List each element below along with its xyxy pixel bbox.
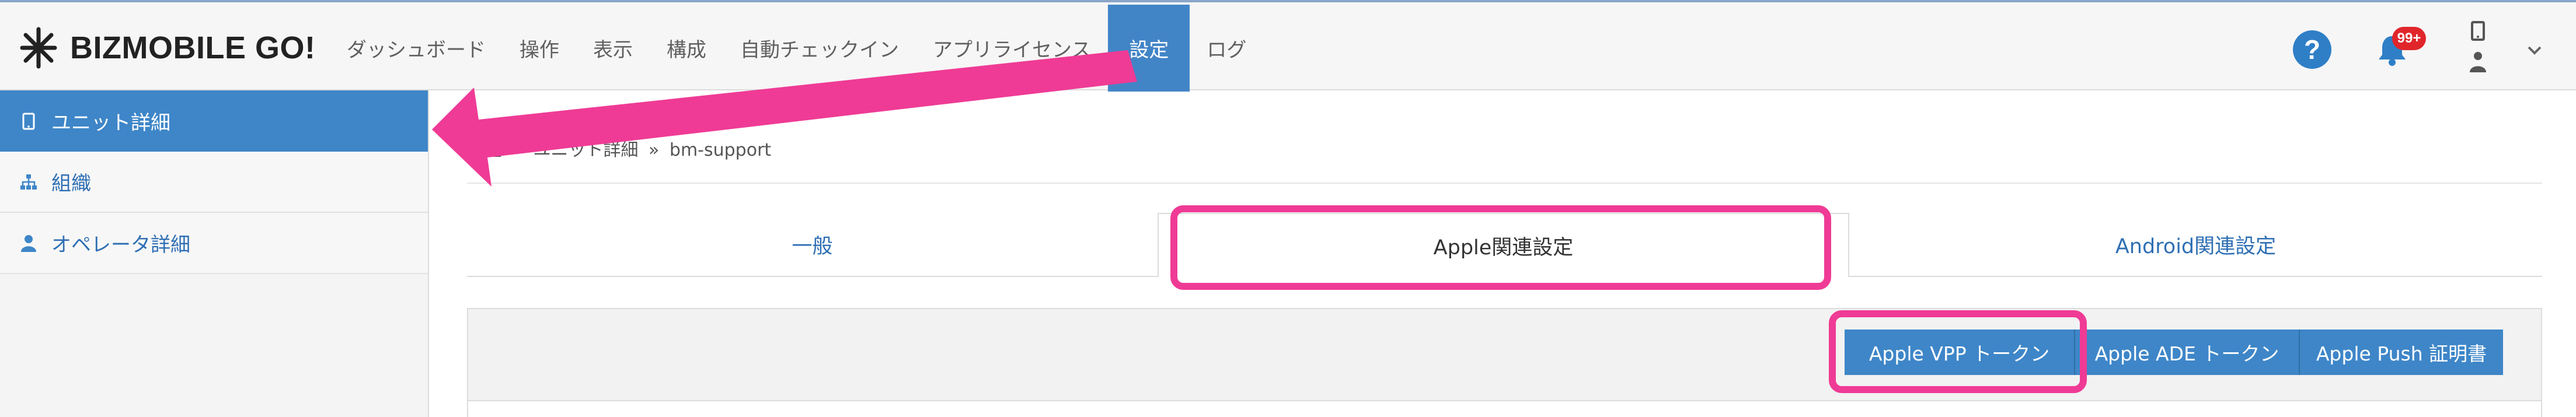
chevron-down-icon[interactable] — [2523, 38, 2546, 62]
asterisk-logo-icon — [20, 27, 57, 69]
breadcrumb-separator: » — [512, 140, 523, 160]
org-chart-icon — [20, 174, 37, 190]
device-user-icon[interactable] — [2466, 20, 2490, 78]
breadcrumb-current: bm-support — [669, 140, 772, 160]
divider — [467, 183, 2542, 184]
nav-log[interactable]: ログ — [1190, 5, 1263, 92]
sidebar-item-label: 組織 — [51, 172, 91, 195]
help-icon[interactable]: ? — [2293, 30, 2331, 69]
brand-name: BIZMOBILE GO! — [70, 30, 316, 65]
tab-android-settings[interactable]: Android関連設定 — [1849, 213, 2542, 276]
nav-operation[interactable]: 操作 — [503, 5, 576, 92]
nav-view[interactable]: 表示 — [576, 5, 650, 92]
panel-body — [467, 400, 2542, 417]
breadcrumb-settings[interactable]: 設定 — [467, 140, 502, 160]
sidebar-item-label: オペレータ詳細 — [51, 233, 190, 257]
tab-apple-settings[interactable]: Apple関連設定 — [1158, 213, 1849, 277]
nav-dashboard[interactable]: ダッシュボード — [330, 5, 503, 92]
tab-general[interactable]: 一般 — [467, 213, 1158, 276]
page: BIZMOBILE GO! ダッシュボード 操作 表示 構成 自動チェックイン … — [0, 0, 2576, 417]
nav-settings[interactable]: 設定 — [1108, 5, 1190, 92]
tablet-icon — [22, 113, 35, 129]
apple-vpp-token-button[interactable]: Apple VPP トークン — [1845, 330, 2075, 375]
main-nav: ダッシュボード 操作 表示 構成 自動チェックイン アプリライセンス 設定 ログ — [330, 5, 1263, 92]
breadcrumb-separator: » — [649, 140, 660, 160]
sidebar-item-unit-detail[interactable]: ユニット詳細 — [0, 90, 428, 152]
token-button-group: Apple VPP トークン Apple ADE トークン Apple Push… — [1845, 330, 2503, 375]
nav-app-license[interactable]: アプリライセンス — [916, 5, 1108, 92]
notification-badge: 99+ — [2392, 27, 2426, 50]
sidebar-item-operator-detail[interactable]: オペレータ詳細 — [0, 213, 428, 274]
sidebar: ユニット詳細 組織 オペレータ詳細 — [0, 90, 429, 417]
breadcrumb: 設定 » ユニット詳細 » bm-support — [467, 135, 771, 161]
apple-ade-token-button[interactable]: Apple ADE トークン — [2075, 330, 2300, 375]
sidebar-item-label: ユニット詳細 — [51, 111, 170, 135]
nav-configuration[interactable]: 構成 — [650, 5, 723, 92]
user-icon — [21, 234, 36, 252]
apple-push-certificate-button[interactable]: Apple Push 証明書 — [2300, 330, 2503, 375]
settings-tabs: 一般 Apple関連設定 Android関連設定 — [467, 213, 2542, 277]
top-navbar: BIZMOBILE GO! ダッシュボード 操作 表示 構成 自動チェックイン … — [0, 0, 2576, 92]
brand-logo[interactable]: BIZMOBILE GO! — [16, 24, 315, 71]
sidebar-item-organization[interactable]: 組織 — [0, 152, 428, 213]
breadcrumb-unit-detail[interactable]: ユニット詳細 — [533, 140, 638, 160]
nav-auto-checkin[interactable]: 自動チェックイン — [723, 5, 916, 92]
